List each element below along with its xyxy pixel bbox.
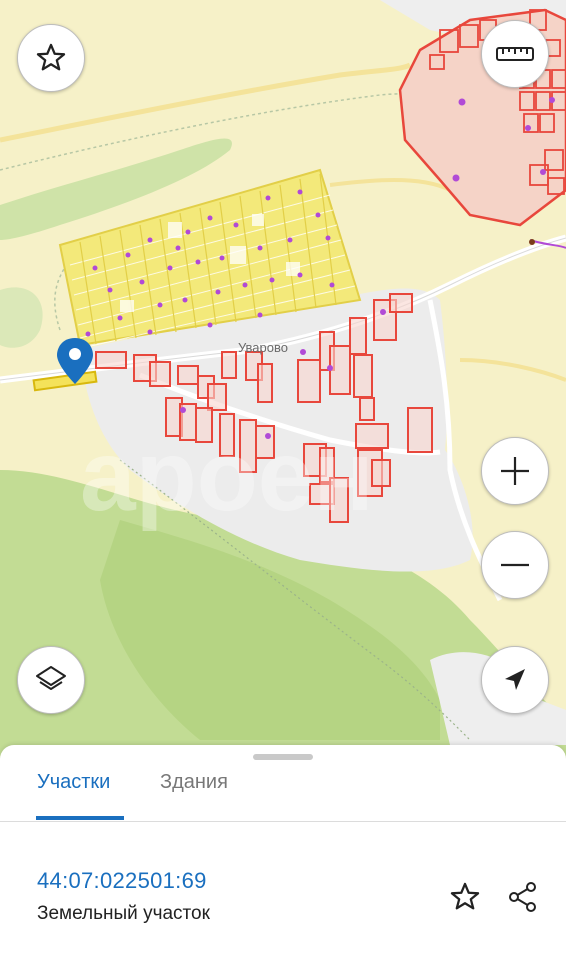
cadastral-number[interactable]: 44:07:022501:69 xyxy=(37,868,207,894)
zoom-out-button[interactable] xyxy=(481,531,549,599)
tab-parcels[interactable]: Участки xyxy=(37,771,110,794)
layers-button[interactable] xyxy=(17,646,85,714)
ruler-button[interactable] xyxy=(481,20,549,88)
star-outline-icon xyxy=(450,882,480,910)
bottom-sheet: Участки Здания 44:07:022501:69 Земельный… xyxy=(0,745,566,960)
active-tab-indicator xyxy=(36,816,124,820)
map-watermark: apoeн xyxy=(80,420,374,532)
locate-button[interactable] xyxy=(481,646,549,714)
place-label: Уварово xyxy=(238,340,288,355)
plus-icon xyxy=(501,457,529,485)
add-favorite-button[interactable] xyxy=(446,878,484,916)
share-button[interactable] xyxy=(504,878,542,916)
layers-icon xyxy=(36,666,66,690)
zoom-in-button[interactable] xyxy=(481,437,549,505)
ruler-icon xyxy=(496,47,534,61)
minus-icon xyxy=(501,563,529,567)
favorite-map-button[interactable] xyxy=(17,24,85,92)
star-outline-icon xyxy=(36,43,66,71)
sheet-tabs: Участки Здания xyxy=(0,745,566,822)
navigation-arrow-icon xyxy=(505,669,525,690)
tab-buildings[interactable]: Здания xyxy=(160,771,228,794)
share-icon xyxy=(509,882,536,912)
object-type: Земельный участок xyxy=(37,903,210,924)
